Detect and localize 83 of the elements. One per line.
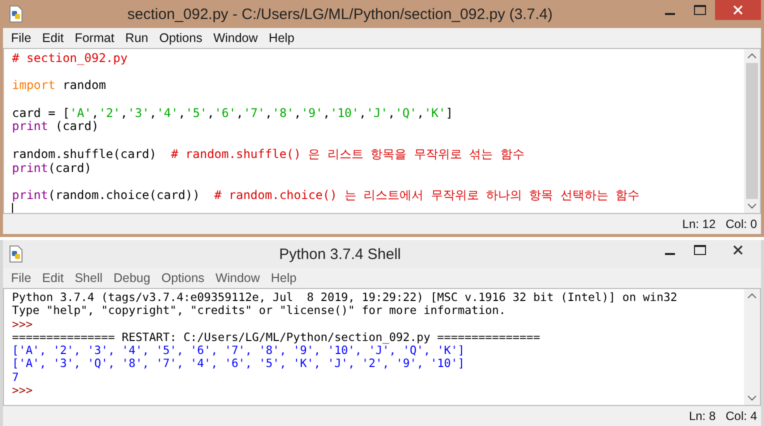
close-icon [733,245,743,255]
code-text: , [120,106,128,120]
close-icon [733,5,743,15]
code-comment: # random.choice() 는 리스트에서 무작위로 하나의 항목 선택하는 함수 [214,188,640,202]
minimize-icon [665,253,675,255]
code-text: random.shuffle(card) [12,146,158,161]
code-text: , [416,106,424,120]
output-text: 7 [12,370,19,384]
maximize-icon [694,245,706,255]
code-string: '4' [156,106,178,120]
menu-item[interactable]: Help [268,31,295,45]
code-string: '10' [330,106,359,120]
code-text: (card) [48,160,92,174]
menu-item[interactable]: Edit [42,31,64,45]
code-text: =============== RESTART: C:/Users/LG/ML/Python/section_092.py =============== [12,330,540,344]
code-comment: # random.shuffle() 은 리스트 항목을 무작위로 섞는 함수 [170,146,524,161]
code-text: ] [446,106,453,120]
code-string: '9' [301,106,323,120]
code-text: , [91,106,99,120]
code-string: '8' [272,106,294,120]
output-text: ['A', '3', 'Q', '8', '7', '4', '6', '5', 'K', 'J', '2', '9', '10'] [12,356,465,370]
code-text: , [294,106,302,120]
code-text: (card) [54,119,99,134]
scrollbar[interactable] [744,289,760,405]
status-text: Ln: 8 [688,409,716,423]
minimize-icon [665,13,675,15]
code-string: '2' [98,106,120,120]
code-text: , [178,106,186,120]
code-keyword: import [12,78,56,92]
code-string: '3' [128,106,150,120]
code-text: (random.choice(card)) [48,188,201,202]
scroll-up-icon [747,292,757,300]
code-comment: # section_092.py [12,51,128,65]
shell-prompt: >>> [12,316,33,331]
code-text: , [236,106,244,120]
code-text: random [62,78,106,92]
window-title: section_092.py - C:/Users/LG/ML/Python/section_092.py (3.7.4) [126,6,554,22]
scrollbar-thumb[interactable] [746,63,758,199]
code-string: 'Q' [395,106,417,120]
menu-item[interactable]: Format [74,31,114,45]
code-builtin: print [12,160,48,174]
menu-item[interactable]: Shell [74,271,102,285]
window-title: Python 3.7.4 Shell [278,246,402,262]
code-text: , [359,106,366,120]
code-text: , [265,106,272,120]
python-file-icon [7,245,25,263]
scroll-down-icon [747,202,757,210]
close-button[interactable] [715,0,761,20]
menu-item[interactable]: Window [213,31,258,45]
menu-item[interactable]: Debug [114,271,150,285]
python-file-icon [7,5,25,23]
menu-item[interactable]: Edit [42,271,64,285]
status-text: Col: 0 [726,217,757,231]
code-text: Python 3.7.4 (tags/v3.7.4:e09359112e, Jul 8 2019, 19:29:22) [MSC v.1916 32 bit (Intel)] on win32 [12,290,678,304]
maximize-icon [694,5,706,15]
output-text: ['A', '2', '3', '4', '5', '6', '7', '8', '9', '10', 'J', 'Q', 'K'] [12,343,465,358]
code-string: '7' [243,106,266,120]
code-text: , [322,106,330,120]
code-string: 'J' [366,106,388,120]
code-string: 'K' [424,106,446,120]
menu-item[interactable]: File [11,31,32,45]
status-text: Col: 4 [726,409,757,423]
code-string: '6' [214,106,236,120]
scroll-up-icon [747,52,757,60]
menu-item[interactable]: Options [159,31,202,45]
code-text: , [149,106,157,120]
code-string: 'A' [70,106,92,120]
menu-item[interactable]: Options [161,271,204,285]
code-text: , [388,106,396,120]
code-text: Type "help", "copyright", "credits" or "license()" for more information. [12,303,506,318]
menu-item[interactable]: Help [270,271,297,285]
code-string: '5' [185,106,208,120]
code-builtin: print [12,188,48,202]
menu-item[interactable]: File [11,271,32,285]
shell-prompt: >>> [12,383,33,398]
code-text: , [207,106,214,120]
code-text: card = [ [12,106,70,120]
code-builtin: print [12,119,48,134]
menu-item[interactable]: Run [125,31,148,45]
menu-item[interactable]: Window [215,271,260,285]
scrollbar[interactable] [744,49,760,213]
status-text: Ln: 12 [682,217,716,231]
scroll-down-icon [747,394,757,402]
